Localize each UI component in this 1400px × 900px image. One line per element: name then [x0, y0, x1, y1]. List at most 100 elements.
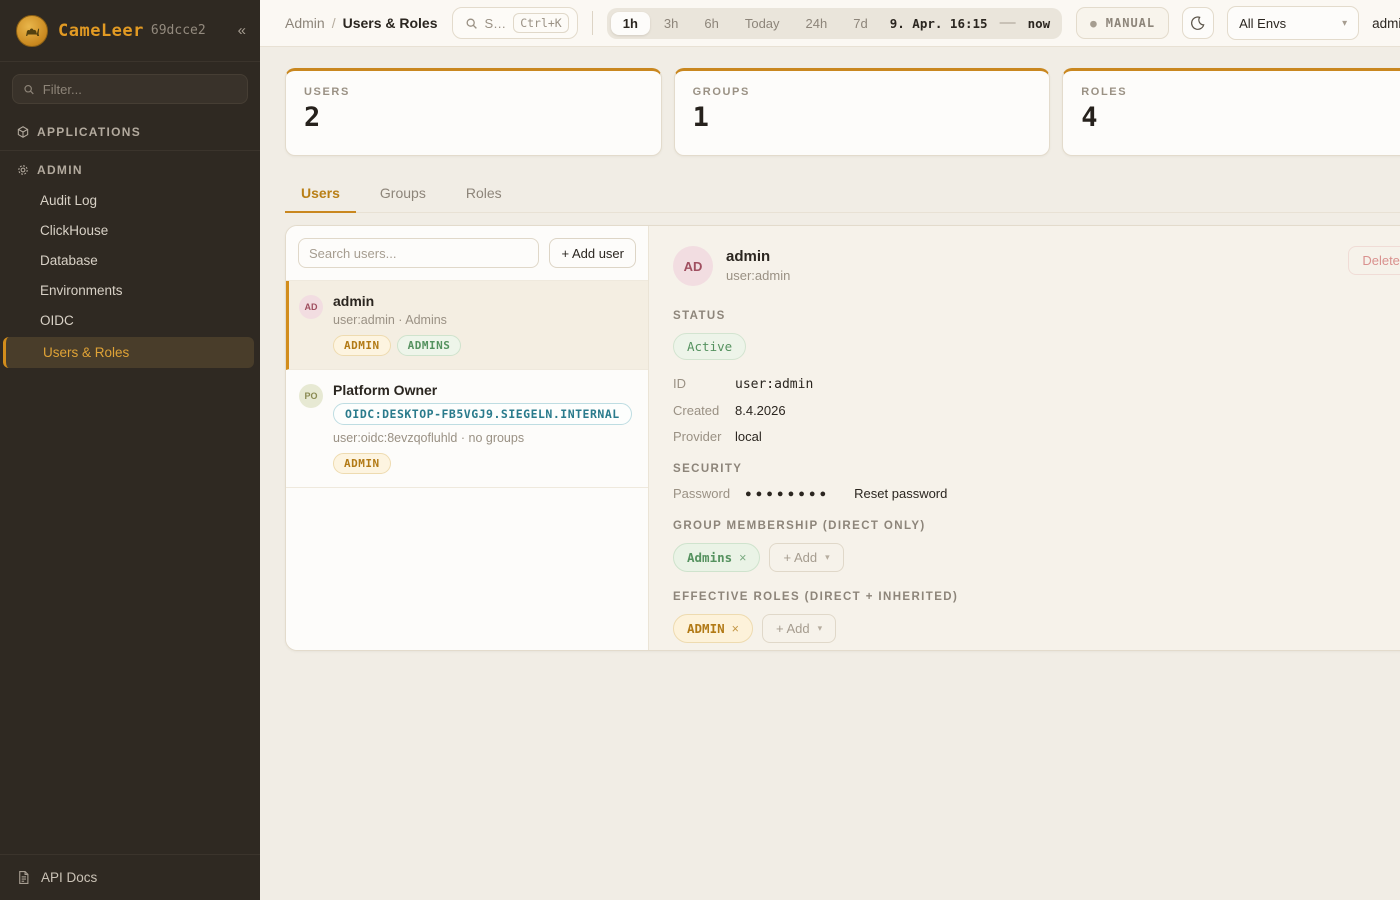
add-role-button[interactable]: + Add ▾ [762, 614, 836, 643]
search-icon [465, 17, 478, 30]
status-dot-icon: ● [1090, 17, 1098, 30]
theme-toggle-button[interactable] [1182, 7, 1214, 39]
range-6h-button[interactable]: 6h [692, 12, 730, 35]
status-badge: Active [673, 333, 746, 360]
id-label: ID [673, 376, 735, 391]
chevron-down-icon: ▾ [825, 552, 830, 563]
tab-groups[interactable]: Groups [364, 177, 442, 212]
time-from[interactable]: 9. Apr. 16:15 [882, 16, 996, 31]
user-list-item-admin[interactable]: AD admin user:admin · Admins ADMIN ADMIN… [286, 281, 648, 370]
breadcrumb: Admin / Users & Roles [285, 15, 438, 31]
search-shortcut-badge: Ctrl+K [513, 13, 569, 33]
stat-users-label: USERS [304, 86, 643, 98]
tab-roles[interactable]: Roles [450, 177, 518, 212]
refresh-mode-button[interactable]: ● MANUAL [1076, 7, 1169, 39]
topbar-divider [592, 11, 593, 35]
breadcrumb-admin[interactable]: Admin [285, 15, 325, 31]
reset-password-link[interactable]: Reset password [854, 486, 947, 501]
breadcrumb-separator: / [332, 15, 336, 31]
cameleer-logo-icon [16, 15, 48, 47]
search-icon [23, 83, 35, 96]
sidebar-item-oidc[interactable]: OIDC [0, 306, 260, 335]
password-label: Password [673, 486, 735, 501]
api-docs-link[interactable]: API Docs [0, 854, 260, 900]
topbar: Admin / Users & Roles S… Ctrl+K 1h 3h 6h… [260, 0, 1400, 47]
env-selector[interactable]: All Envs ▾ [1227, 6, 1359, 40]
badge-row: ADMIN ADMINS [333, 335, 461, 356]
stat-roles-value: 4 [1081, 102, 1400, 133]
chevron-down-icon: ▾ [818, 623, 823, 634]
time-to[interactable]: now [1020, 16, 1059, 31]
user-list-column: + Add user AD admin user:admin · Admins … [286, 226, 649, 650]
stat-card-groups: GROUPS 1 [674, 68, 1051, 156]
status-heading: STATUS [673, 310, 1400, 322]
range-today-button[interactable]: Today [733, 12, 792, 35]
app-title: CameLeer [58, 21, 144, 41]
search-users-input[interactable] [298, 238, 539, 268]
env-selected-value: All Envs [1239, 16, 1286, 31]
sidebar-item-users-roles[interactable]: Users & Roles [3, 337, 254, 368]
content: USERS 2 GROUPS 1 ROLES 4 Users Groups Ro… [260, 47, 1400, 900]
user-menu[interactable]: admin AD [1372, 8, 1400, 38]
breadcrumb-current: Users & Roles [343, 15, 438, 31]
stats-row: USERS 2 GROUPS 1 ROLES 4 [285, 68, 1400, 156]
range-1h-button[interactable]: 1h [611, 12, 650, 35]
badge-row: ADMIN [333, 453, 632, 474]
range-7d-button[interactable]: 7d [841, 12, 879, 35]
delete-user-button[interactable]: Delete [1348, 246, 1400, 275]
avatar: AD [673, 246, 713, 286]
section-admin[interactable]: ADMIN [0, 154, 260, 185]
detail-row-created: Created 8.4.2026 [673, 403, 1400, 418]
app-root: CameLeer 69dcce2 « APPLICATIONS ADMIN Au… [0, 0, 1400, 900]
provider-label: Provider [673, 429, 735, 444]
section-applications[interactable]: APPLICATIONS [0, 116, 260, 147]
group-chip-admins: Admins × [673, 543, 760, 572]
add-group-button[interactable]: + Add ▾ [769, 543, 843, 572]
global-search-placeholder: S… [485, 16, 507, 31]
sidebar-item-environments[interactable]: Environments [0, 276, 260, 305]
sidebar-nav: APPLICATIONS ADMIN Audit Log ClickHouse … [0, 116, 260, 854]
remove-role-icon[interactable]: × [732, 622, 739, 636]
user-list-header: + Add user [286, 226, 648, 281]
created-value: 8.4.2026 [735, 403, 786, 418]
role-badge: ADMIN [333, 335, 391, 356]
stat-users-value: 2 [304, 102, 643, 133]
password-row: Password ●●●●●●●● Reset password [673, 486, 1400, 501]
user-name: admin [333, 293, 461, 309]
provider-value: local [735, 429, 762, 444]
topbar-right: ● MANUAL All Envs ▾ admin AD [1076, 6, 1400, 40]
tabs: Users Groups Roles [285, 177, 1400, 213]
build-id: 69dcce2 [151, 23, 206, 38]
sidebar-item-audit-log[interactable]: Audit Log [0, 186, 260, 215]
sidebar-filter-box[interactable] [12, 74, 248, 104]
sidebar-filter-input[interactable] [43, 82, 237, 97]
time-range-segment: 1h 3h 6h Today 24h 7d 9. Apr. 16:15 — no… [607, 8, 1062, 39]
sidebar-collapse-icon[interactable]: « [238, 22, 246, 39]
detail-user-id: user:admin [726, 268, 790, 283]
id-value: user:admin [735, 377, 813, 392]
global-search-button[interactable]: S… Ctrl+K [452, 7, 578, 39]
user-sub: user:admin · Admins [333, 313, 461, 327]
remove-group-icon[interactable]: × [739, 551, 746, 565]
user-sub: user:oidc:8evzqofluhld · no groups [333, 431, 632, 445]
sidebar-item-clickhouse[interactable]: ClickHouse [0, 216, 260, 245]
tab-users[interactable]: Users [285, 177, 356, 213]
group-chips: Admins × + Add ▾ [673, 543, 1400, 572]
user-list-item-platform-owner[interactable]: PO Platform Owner OIDC:DESKTOP-FB5VGJ9.S… [286, 370, 648, 488]
add-user-button[interactable]: + Add user [549, 238, 636, 268]
section-admin-label: ADMIN [37, 163, 83, 177]
group-membership-heading: GROUP MEMBERSHIP (DIRECT ONLY) [673, 520, 1400, 532]
time-dash: — [998, 14, 1018, 32]
range-24h-button[interactable]: 24h [794, 12, 840, 35]
created-label: Created [673, 403, 735, 418]
stat-roles-label: ROLES [1081, 86, 1400, 98]
api-docs-label: API Docs [41, 870, 97, 885]
avatar: PO [299, 384, 323, 408]
gear-icon [16, 163, 30, 177]
range-3h-button[interactable]: 3h [652, 12, 690, 35]
sidebar-divider [0, 150, 260, 151]
chevron-down-icon: ▾ [1342, 18, 1347, 29]
detail-header: AD admin user:admin [673, 246, 1400, 286]
sidebar-item-database[interactable]: Database [0, 246, 260, 275]
group-chip-label: Admins [687, 550, 732, 565]
